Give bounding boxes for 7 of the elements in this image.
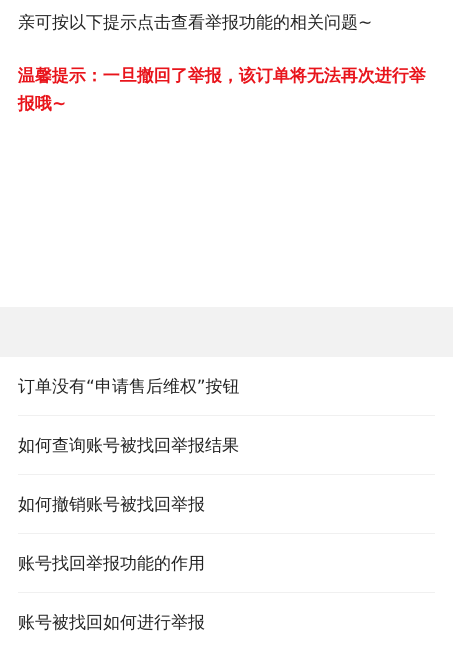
intro-text: 亲可按以下提示点击查看举报功能的相关问题~ xyxy=(18,12,374,35)
warning-text: 温馨提示：一旦撤回了举报，该订单将无法再次进行举报哦~ xyxy=(18,65,427,116)
question-item[interactable]: 账号被找回如何进行举报 xyxy=(18,593,435,646)
question-item[interactable]: 如何查询账号被找回举报结果 xyxy=(18,416,435,475)
question-item[interactable]: 账号找回举报功能的作用 xyxy=(18,534,435,593)
question-item[interactable]: 订单没有“申请售后维权”按钮 xyxy=(18,357,435,416)
question-item[interactable]: 如何撤销账号被找回举报 xyxy=(18,475,435,534)
